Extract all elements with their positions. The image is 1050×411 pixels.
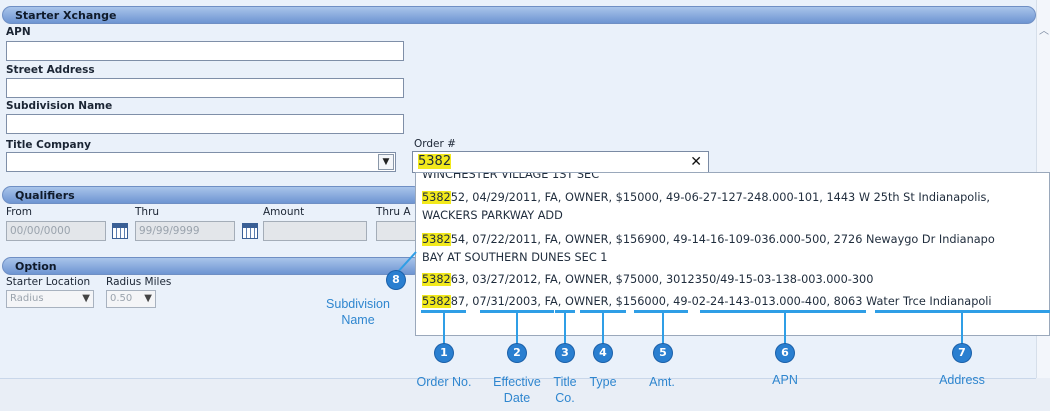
calendar-icon[interactable] [112,223,128,239]
list-item[interactable]: WACKERS PARKWAY ADD [422,209,563,222]
amount-input[interactable] [263,221,367,241]
callout-label-5: Amt. [649,375,675,389]
thru-amount-label: Thru A [376,206,411,218]
callout-label-1: Order No. [416,375,472,389]
option-header: Option [2,257,422,275]
order-number-input[interactable]: 5382 ✕ [412,151,709,173]
order-number-label: Order # [414,138,456,150]
scroll-up-icon[interactable]: ︿ [1039,22,1049,37]
callout-label-7: Address [939,373,985,387]
callout-badge-5: 5 [654,344,672,362]
callout-label-2: Effective Date [493,375,541,405]
street-address-input[interactable] [6,78,404,98]
street-address-label: Street Address [6,64,95,76]
thru-amount-input[interactable] [376,221,416,241]
list-item[interactable]: 538287, 07/31/2003, FA, OWNER, $156000, … [422,295,992,308]
callout-underline [700,310,866,313]
list-item[interactable]: BAY AT SOUTHERN DUNES SEC 1 [422,251,607,264]
apn-input[interactable] [6,41,404,61]
callout-leader [564,312,566,344]
chevron-down-icon: ▼ [82,293,90,304]
callout-label-6: APN [772,373,798,387]
clear-icon[interactable]: ✕ [690,152,702,172]
chevron-down-icon[interactable]: ▼ [378,154,394,170]
callout-badge-7: 7 [953,344,971,362]
subdivision-name-input[interactable] [6,114,404,134]
callout-leader [784,312,786,344]
amount-label: Amount [263,206,305,218]
title-company-label: Title Company [6,139,91,151]
callout-label-4: Type [589,375,617,389]
list-item[interactable]: 538252, 04/29/2011, FA, OWNER, $15000, 4… [422,191,990,204]
callout-leader [516,312,518,344]
radius-miles-select[interactable]: 0.50 ▼ [106,290,156,308]
subdivision-name-label: Subdivision Name [6,100,113,112]
radius-miles-label: Radius Miles [106,276,172,288]
from-date-input[interactable]: 00/00/0000 [6,221,106,241]
qualifiers-header: Qualifiers [2,186,422,204]
starter-location-select[interactable]: Radius ▼ [6,290,94,308]
list-item[interactable]: 538254, 07/22/2011, FA, OWNER, $156900, … [422,233,995,246]
starter-location-label: Starter Location [6,276,91,288]
callout-label-3: Title Co. [553,375,577,405]
callout-badge-1: 1 [435,344,453,362]
callout-leader [443,312,445,344]
callout-badge-2: 2 [508,344,526,362]
list-item[interactable]: WINCHESTER VILLAGE 1ST SEC [422,173,599,181]
callout-underline [634,310,688,313]
callout-leader [961,312,963,344]
callout-badge-3: 3 [556,344,574,362]
callout-badge-4: 4 [594,344,612,362]
thru-label: Thru [135,206,160,218]
callout-leader [602,312,604,344]
order-number-value: 5382 [418,154,452,169]
chevron-down-icon: ▼ [144,293,152,304]
callout-badge-6: 6 [776,344,794,362]
thru-date-input[interactable]: 99/99/9999 [135,221,235,241]
panel-title: Starter Xchange [2,6,1036,24]
from-label: From [6,206,33,218]
callout-label-8: Subdivision Name [326,297,390,327]
list-item[interactable]: 538263, 03/27/2012, FA, OWNER, $75000, 3… [422,273,873,286]
callout-leader [662,312,664,344]
calendar-icon[interactable] [242,223,258,239]
apn-label: APN [6,26,31,38]
callout-badge-8: 8 [387,271,405,289]
title-company-select[interactable]: ▼ [6,152,396,172]
